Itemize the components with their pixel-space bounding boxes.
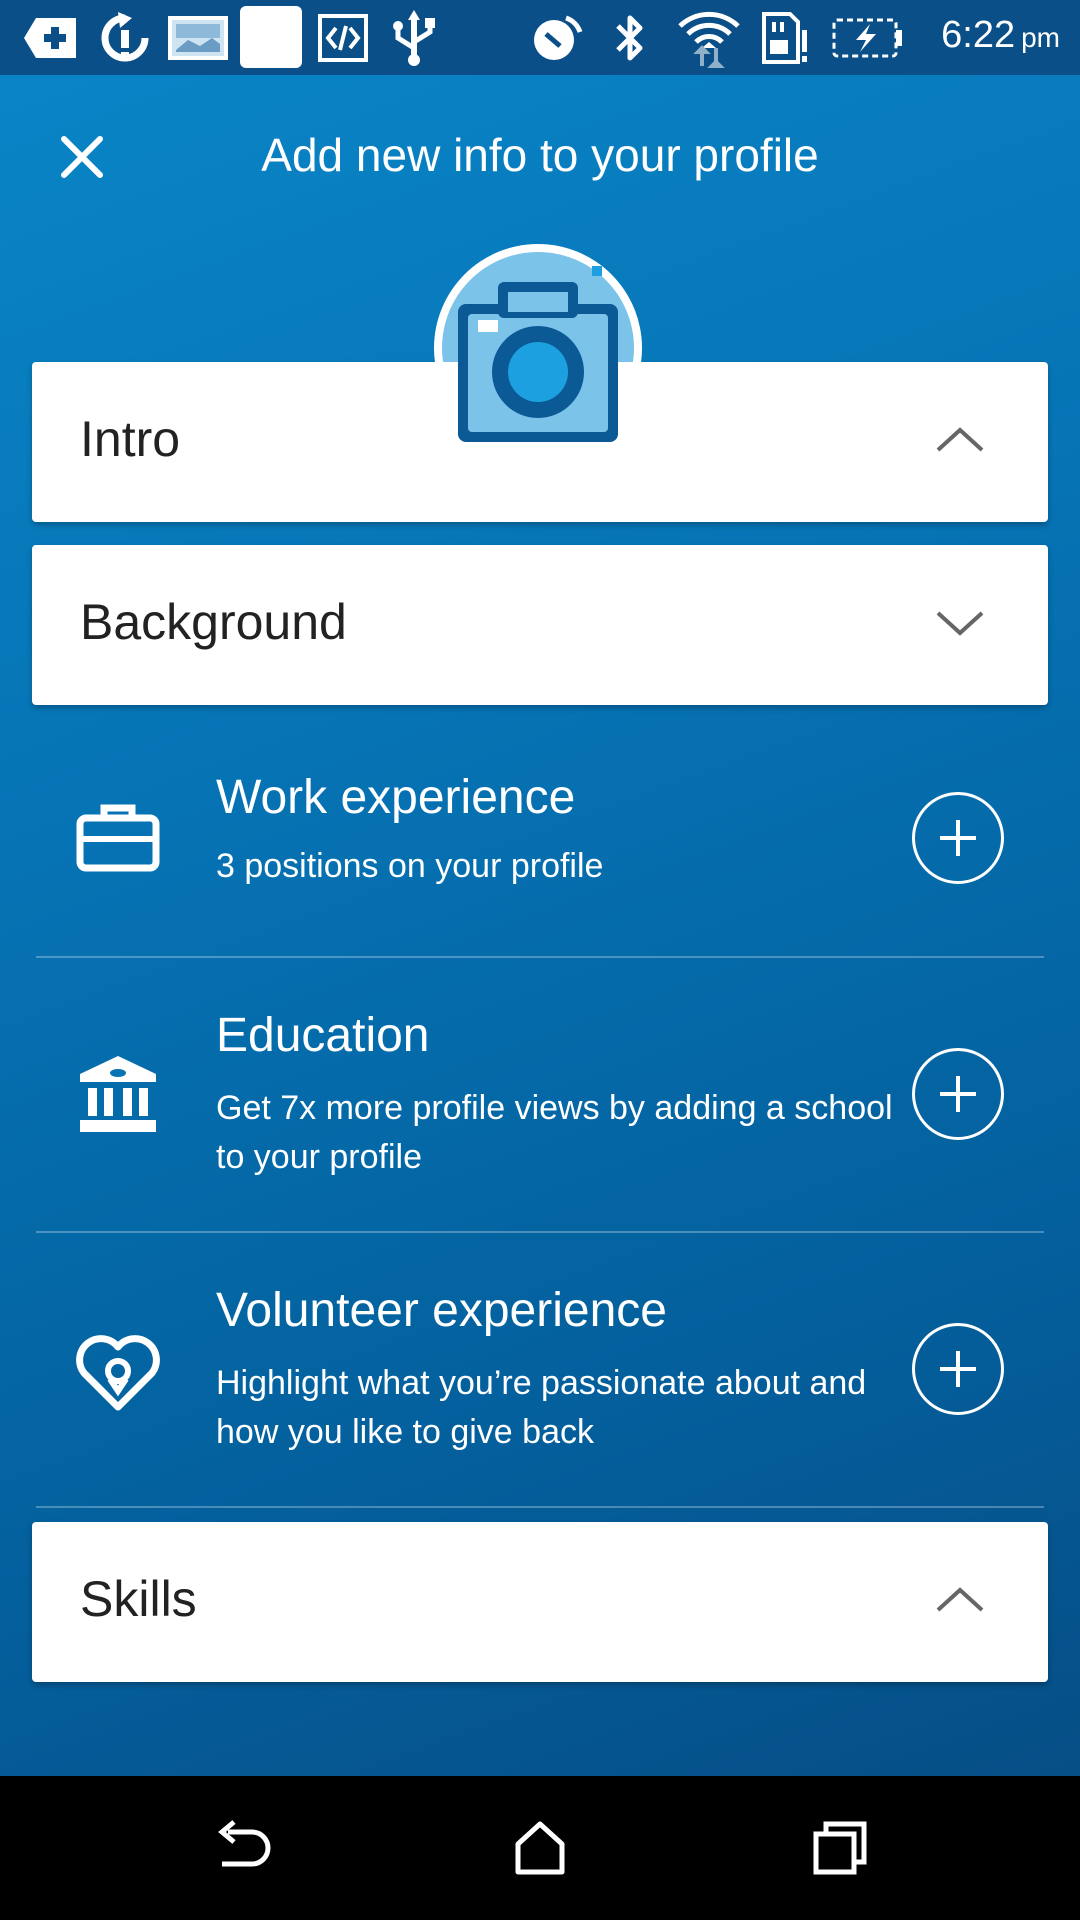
divider [36, 1506, 1044, 1508]
list-item-education[interactable]: Education Get 7x more profile views by a… [36, 980, 1044, 1230]
row-subtitle: Highlight what you’re passionate about a… [216, 1364, 867, 1451]
status-bar: 6:22 pm [0, 0, 1080, 75]
row-subtitle: 3 positions on your profile [216, 847, 604, 885]
plus-icon [940, 1076, 976, 1112]
clock: 6:22 pm [941, 14, 1060, 57]
row-title: Volunteer experience [216, 1284, 667, 1337]
section-background-label: Background [80, 594, 347, 650]
add-work-experience-button[interactable] [912, 792, 1004, 884]
blank-notification-icon [240, 6, 302, 68]
list-item-volunteer-experience[interactable]: Volunteer experience Highlight what you’… [36, 1255, 1044, 1505]
section-background[interactable]: Background [32, 545, 1048, 705]
back-icon[interactable] [212, 1820, 272, 1876]
navigation-bar [0, 1776, 1080, 1920]
chevron-up-icon [936, 1587, 984, 1612]
heart-icon [76, 1335, 160, 1411]
section-intro-label: Intro [80, 411, 181, 467]
add-notification-icon [24, 18, 76, 58]
add-volunteer-experience-button[interactable] [912, 1323, 1004, 1415]
list-item-work-experience[interactable]: Work experience 3 positions on your prof… [36, 740, 1044, 958]
recent-apps-icon[interactable] [812, 1820, 868, 1876]
clock-ampm: pm [1021, 22, 1060, 53]
usb-icon [393, 10, 435, 66]
divider [36, 956, 1044, 958]
plus-icon [940, 820, 976, 856]
school-icon [80, 1056, 156, 1132]
add-education-button[interactable] [912, 1048, 1004, 1140]
home-icon[interactable] [514, 1820, 566, 1876]
row-title: Work experience [216, 771, 576, 824]
row-title: Education [216, 1009, 430, 1062]
image-icon [168, 16, 228, 60]
chevron-up-icon [936, 427, 984, 452]
screen: 6:22 pm Add new info to your profile Intr… [0, 0, 1080, 1776]
section-skills[interactable]: Skills [32, 1522, 1048, 1682]
sd-card-alert-icon [762, 12, 807, 64]
code-icon [318, 14, 368, 62]
nfc-icon [534, 15, 583, 60]
sync-icon [101, 12, 149, 62]
page-title: Add new info to your profile [261, 129, 819, 181]
wifi-icon [678, 11, 740, 68]
section-skills-label: Skills [80, 1571, 197, 1627]
chevron-down-icon [936, 611, 984, 636]
battery-charging-icon [832, 18, 902, 58]
row-subtitle: Get 7x more profile views by adding a sc… [216, 1089, 893, 1176]
plus-icon [940, 1351, 976, 1387]
bluetooth-icon [616, 15, 643, 61]
clock-time: 6:22 [941, 14, 1016, 56]
camera-icon[interactable] [432, 242, 644, 454]
divider [36, 1231, 1044, 1233]
briefcase-icon [76, 804, 160, 872]
